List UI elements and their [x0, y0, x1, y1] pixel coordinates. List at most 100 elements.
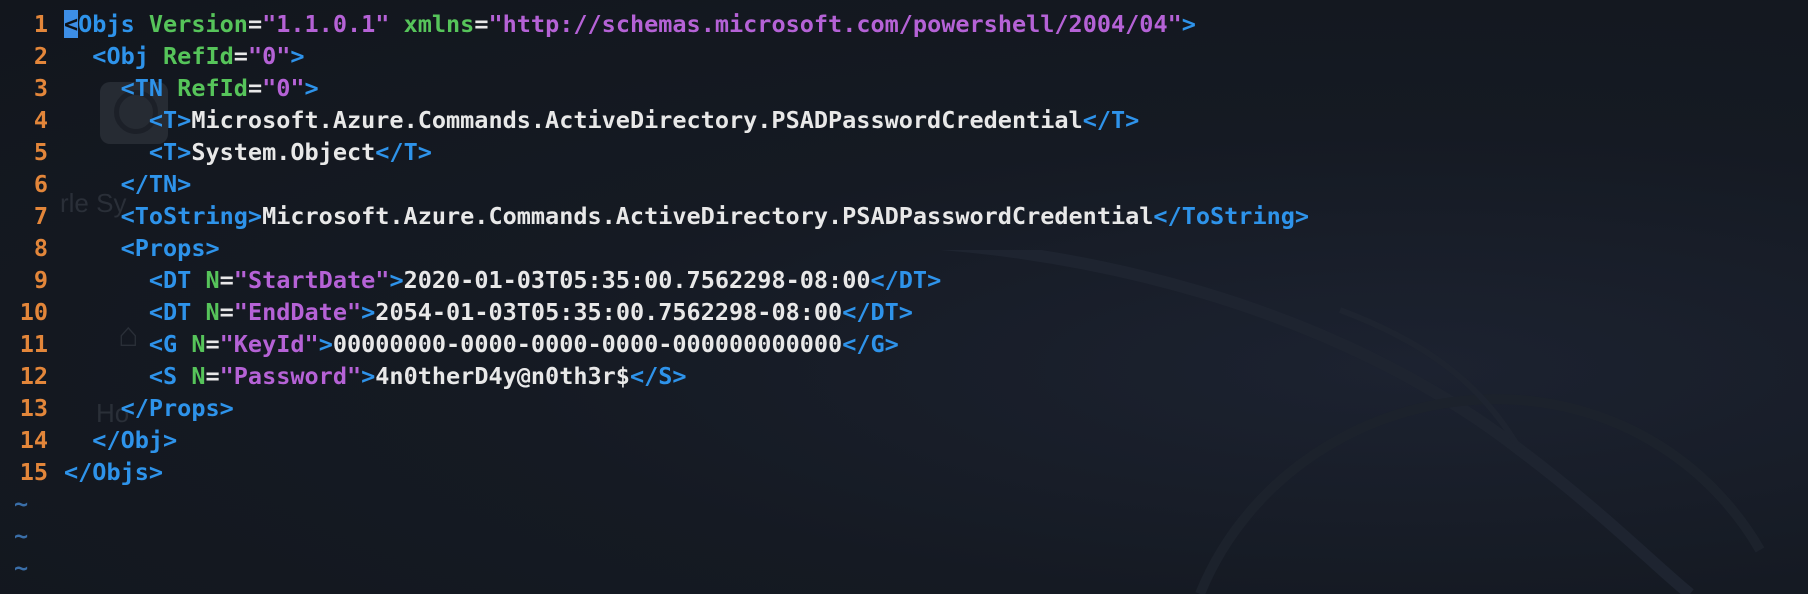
code-token: </TN>: [120, 170, 192, 198]
code-token: =: [219, 298, 234, 326]
line-content: <Obj RefId="0">: [64, 40, 305, 72]
code-token: =: [205, 362, 220, 390]
code-token: =: [247, 10, 263, 38]
line-number: 8: [33, 234, 48, 262]
code-token: <DT: [148, 298, 192, 326]
line-content: <ToString>Microsoft.Azure.Commands.Activ…: [64, 200, 1309, 232]
code-line[interactable]: 8 <Props>: [0, 232, 1309, 264]
line-number: 7: [33, 202, 48, 230]
code-token: Version: [134, 10, 248, 38]
line-number: 3: [33, 74, 48, 102]
line-content: <TN RefId="0">: [64, 72, 319, 104]
code-token: <T>: [148, 106, 192, 134]
empty-line-marker: ~: [14, 554, 29, 582]
empty-line-marker: ~: [14, 522, 29, 550]
code-token: </T>: [375, 138, 432, 166]
empty-line: ~: [0, 552, 1309, 584]
line-number: 9: [33, 266, 48, 294]
code-area[interactable]: 1 <Objs Version="1.1.0.1" xmlns="http://s…: [0, 8, 1309, 584]
empty-line: ~: [0, 520, 1309, 552]
line-number: 15: [19, 458, 48, 486]
code-line[interactable]: 7 <ToString>Microsoft.Azure.Commands.Act…: [0, 200, 1309, 232]
code-token: <G: [148, 330, 178, 358]
code-token: 00000000-0000-0000-0000-000000000000: [332, 330, 843, 358]
code-token: >: [290, 42, 305, 70]
line-content: </TN>: [64, 168, 192, 200]
empty-line-marker: ~: [14, 490, 29, 518]
line-number: 1: [33, 10, 48, 38]
code-token: "KeyId": [219, 330, 319, 358]
code-token: </T>: [1082, 106, 1140, 134]
code-token: "EndDate": [233, 298, 362, 326]
code-token: "StartDate": [233, 266, 390, 294]
line-content: <Props>: [64, 232, 220, 264]
code-token: =: [219, 266, 234, 294]
code-token: N: [177, 330, 206, 358]
code-line[interactable]: 5 <T>System.Object</T>: [0, 136, 1309, 168]
code-line[interactable]: 6 </TN>: [0, 168, 1309, 200]
line-content: </Obj>: [64, 424, 177, 456]
code-line[interactable]: 14 </Obj>: [0, 424, 1309, 456]
code-token: =: [474, 10, 489, 38]
code-token: N: [191, 298, 220, 326]
code-token: 4n0therD4y@n0th3r$: [375, 362, 630, 390]
code-line[interactable]: 12 <S N="Password">4n0therD4y@n0th3r$</S…: [0, 360, 1309, 392]
code-line[interactable]: 9 <DT N="StartDate">2020-01-03T05:35:00.…: [0, 264, 1309, 296]
code-token: Microsoft.Azure.Commands.ActiveDirectory…: [191, 106, 1083, 134]
line-number: 4: [33, 106, 48, 134]
code-token: Microsoft.Azure.Commands.ActiveDirectory…: [262, 202, 1154, 230]
code-line[interactable]: 15 </Objs>: [0, 456, 1309, 488]
code-token: N: [191, 266, 220, 294]
code-token: <ToString>: [120, 202, 263, 230]
code-token: </G>: [842, 330, 899, 358]
code-token: =: [233, 42, 248, 70]
line-number: 5: [33, 138, 48, 166]
code-token: >: [318, 330, 333, 358]
code-line[interactable]: 13 </Props>: [0, 392, 1309, 424]
code-token: <TN: [120, 74, 164, 102]
code-token: <Props>: [120, 234, 220, 262]
code-token: </S>: [629, 362, 687, 390]
line-content: <S N="Password">4n0therD4y@n0th3r$</S>: [64, 360, 687, 392]
code-token: RefId: [148, 42, 234, 70]
empty-line: ~: [0, 488, 1309, 520]
line-number: 11: [19, 330, 48, 358]
line-number: 2: [33, 42, 48, 70]
code-token: <DT: [148, 266, 192, 294]
code-line[interactable]: 11 <G N="KeyId">00000000-0000-0000-0000-…: [0, 328, 1309, 360]
code-token: <Obj: [92, 42, 149, 70]
line-content: <T>Microsoft.Azure.Commands.ActiveDirect…: [64, 104, 1139, 136]
line-number: 12: [19, 362, 48, 390]
code-line[interactable]: 3 <TN RefId="0">: [0, 72, 1309, 104]
code-token: System.Object: [191, 138, 376, 166]
code-token: </Objs>: [64, 458, 164, 486]
code-token: "Password": [219, 362, 362, 390]
line-number: 14: [19, 426, 48, 454]
code-line[interactable]: 2 <Obj RefId="0">: [0, 40, 1309, 72]
line-number: 10: [19, 298, 48, 326]
code-line[interactable]: 1 <Objs Version="1.1.0.1" xmlns="http://s…: [0, 8, 1309, 40]
code-token: 2054-01-03T05:35:00.7562298-08:00: [375, 298, 843, 326]
code-token: </Props>: [120, 394, 234, 422]
line-content: </Props>: [64, 392, 234, 424]
code-token: Objs: [78, 10, 135, 38]
code-token: RefId: [163, 74, 248, 102]
code-token: <S: [148, 362, 178, 390]
code-line[interactable]: 4 <T>Microsoft.Azure.Commands.ActiveDire…: [0, 104, 1309, 136]
code-line[interactable]: 10 <DT N="EndDate">2054-01-03T05:35:00.7…: [0, 296, 1309, 328]
text-editor[interactable]: rle Sy ⌂ Ho 1 <Objs Version="1.1.0.1" xml…: [0, 0, 1808, 594]
line-content: <T>System.Object</T>: [64, 136, 432, 168]
code-token: >: [304, 74, 319, 102]
text-cursor: <: [64, 10, 79, 38]
